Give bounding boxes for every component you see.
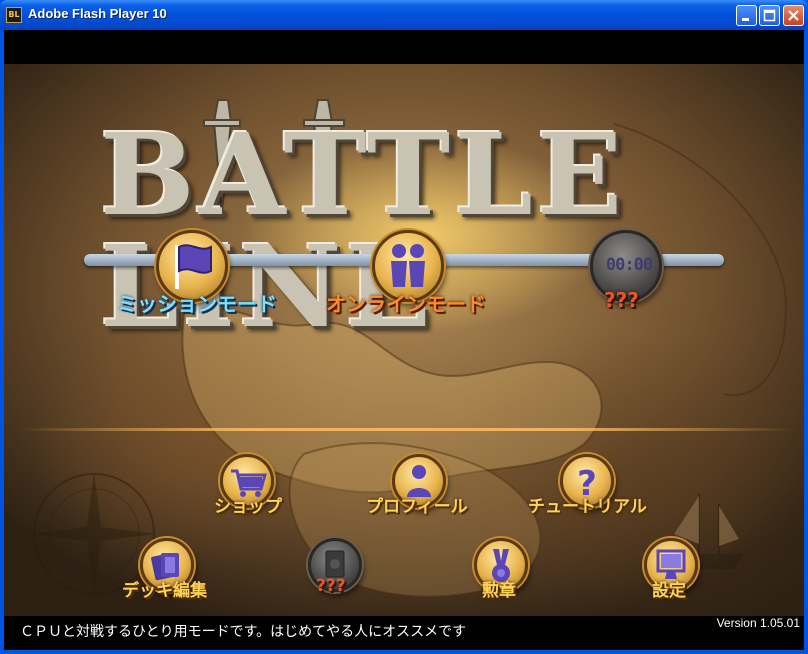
version-label: Version 1.05.01 [716, 616, 800, 630]
profile-label[interactable]: プロフィール [366, 492, 468, 517]
title-bar[interactable]: BL Adobe Flash Player 10 [0, 0, 808, 30]
close-icon [788, 10, 799, 21]
locked-mode-label[interactable]: ??? [604, 288, 639, 312]
window-title: Adobe Flash Player 10 [28, 6, 167, 21]
online-mode-label[interactable]: オンラインモード [326, 288, 486, 317]
maximize-icon [763, 9, 776, 22]
mode-description: ＣＰＵと対戦するひとり用モードです。はじめてやる人にオススメです [20, 624, 467, 640]
locked-menu-label[interactable]: ??? [316, 576, 346, 596]
menu-divider [18, 428, 794, 431]
minimize-button[interactable] [736, 5, 757, 26]
maximize-button[interactable] [759, 5, 780, 26]
deck-edit-label[interactable]: デッキ編集 [122, 576, 207, 601]
flash-player-window: BL Adobe Flash Player 10 BATTLE LINE ミッシ… [0, 0, 808, 654]
status-bar: ＣＰＵと対戦するひとり用モードです。はじめてやる人にオススメです Version… [4, 616, 804, 650]
minimize-icon [742, 18, 749, 21]
medals-label[interactable]: 勲章 [482, 576, 516, 601]
tutorial-label[interactable]: チュートリアル [528, 492, 647, 517]
settings-label[interactable]: 設定 [652, 576, 686, 601]
mission-mode-label[interactable]: ミッションモード [117, 288, 277, 317]
game-stage: BATTLE LINE ミッションモード オンラインモード 00:00 ??? [4, 64, 804, 616]
close-button[interactable] [783, 5, 804, 26]
shop-label[interactable]: ショップ [214, 492, 282, 517]
app-icon: BL [6, 7, 22, 23]
clock-display: 00:00 [605, 255, 653, 275]
